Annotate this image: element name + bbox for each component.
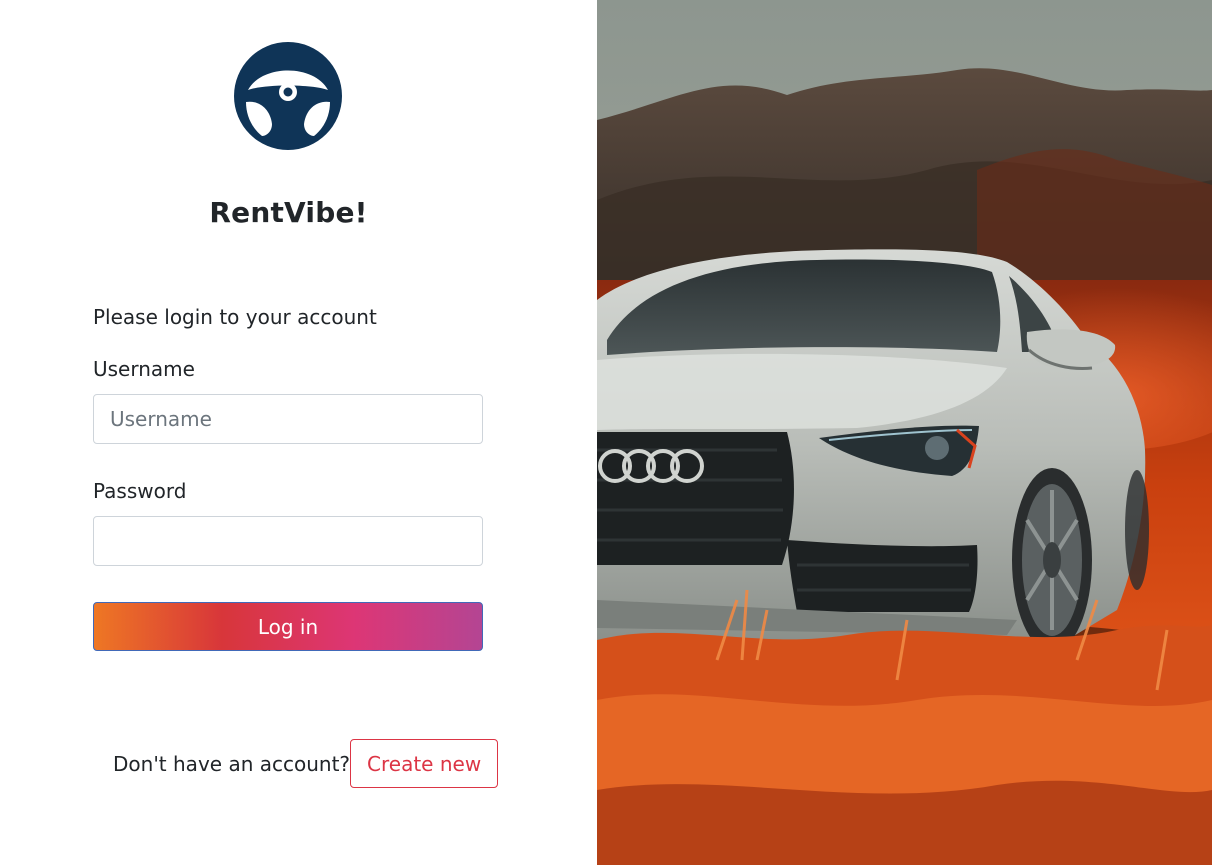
login-prompt: Please login to your account (93, 305, 377, 329)
car-hero-image (597, 0, 1212, 865)
brand-name: RentVibe! (209, 196, 368, 229)
signup-text: Don't have an account? (113, 751, 351, 776)
hero-image-panel (597, 0, 1212, 865)
password-input[interactable] (93, 516, 483, 566)
login-panel: RentVibe! Please login to your account U… (0, 0, 597, 865)
username-label: Username (93, 357, 195, 381)
create-account-button[interactable]: Create new (350, 739, 499, 788)
password-label: Password (93, 479, 187, 503)
login-button[interactable]: Log in (93, 602, 483, 651)
login-page: RentVibe! Please login to your account U… (0, 0, 1212, 865)
steering-wheel-icon (234, 42, 342, 150)
signup-row: Don't have an account? Create new (113, 739, 499, 788)
username-input[interactable] (93, 394, 483, 444)
